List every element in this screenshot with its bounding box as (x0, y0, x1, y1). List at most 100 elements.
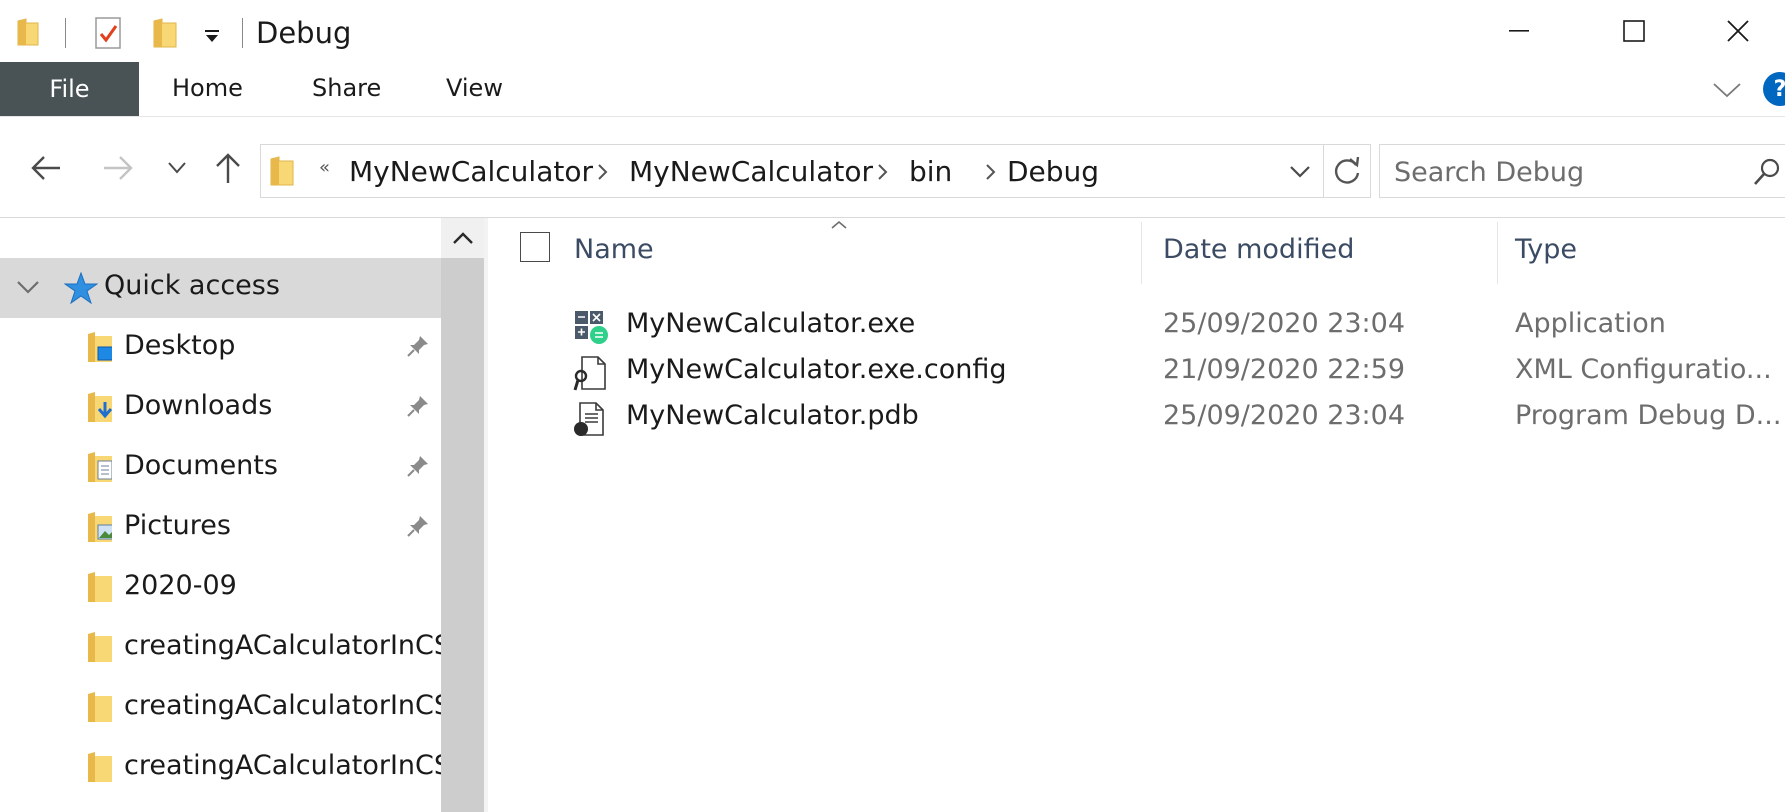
folder-icon (88, 752, 112, 782)
nav-item-documents[interactable]: Documents (0, 438, 441, 498)
file-date: 21/09/2020 22:59 (1163, 354, 1406, 385)
nav-item-label: Downloads (124, 390, 273, 421)
downloads-folder-icon (88, 392, 112, 422)
file-row[interactable]: MyNewCalculator.pdb 25/09/2020 23:04 Pro… (488, 396, 1785, 442)
address-dropdown-icon[interactable] (1289, 165, 1311, 179)
refresh-button[interactable] (1324, 144, 1371, 198)
back-arrow-icon (31, 156, 60, 180)
expand-ribbon-icon[interactable] (1713, 82, 1741, 98)
search-box[interactable] (1379, 144, 1785, 198)
search-icon[interactable] (1752, 157, 1782, 187)
pin-icon[interactable] (406, 514, 430, 538)
window-title: Debug (256, 16, 352, 50)
pin-icon[interactable] (406, 394, 430, 418)
tab-view[interactable]: View (446, 74, 503, 102)
chevron-up-icon (452, 232, 473, 244)
nav-item-pictures[interactable]: Pictures (0, 498, 441, 558)
help-icon[interactable]: ? (1763, 72, 1785, 106)
qat-dropdown-icon[interactable] (204, 30, 220, 44)
nav-item-folder[interactable]: creatingACalculatorInCS (0, 738, 441, 798)
expand-chevron-icon[interactable] (16, 280, 40, 296)
file-row[interactable]: MyNewCalculator.exe.config 21/09/2020 22… (488, 350, 1785, 396)
file-row[interactable]: MyNewCalculator.exe 25/09/2020 23:04 App… (488, 304, 1785, 350)
nav-item-downloads[interactable]: Downloads (0, 378, 441, 438)
close-button[interactable] (1691, 0, 1785, 62)
search-input[interactable] (1392, 153, 1756, 191)
breadcrumb-item[interactable]: bin (909, 155, 952, 188)
maximize-button[interactable] (1576, 0, 1691, 62)
back-button[interactable] (28, 150, 64, 186)
minimize-button[interactable] (1461, 0, 1576, 62)
folder-icon (88, 572, 112, 602)
column-divider[interactable] (1497, 222, 1498, 284)
ribbon-tabs: File Home Share View ? (0, 62, 1785, 117)
star-icon (64, 272, 98, 304)
qat-separator (65, 18, 66, 48)
documents-folder-icon (88, 452, 112, 482)
breadcrumb-item[interactable]: MyNewCalculator (349, 155, 593, 188)
minimize-icon (1508, 30, 1529, 32)
address-folder-icon (270, 156, 294, 186)
file-type: Program Debug D... (1515, 400, 1782, 431)
breadcrumb-chevron-icon[interactable] (985, 163, 997, 181)
tab-home[interactable]: Home (172, 74, 243, 102)
chevron-down-icon (168, 162, 186, 174)
desktop-folder-icon (88, 332, 112, 362)
file-name: MyNewCalculator.pdb (626, 400, 919, 431)
file-name: MyNewCalculator.exe.config (626, 354, 1007, 385)
nav-quick-access[interactable]: Quick access (0, 258, 441, 318)
properties-icon[interactable] (94, 16, 124, 50)
folder-icon (88, 692, 112, 722)
tab-file[interactable]: File (0, 62, 139, 116)
nav-item-folder[interactable]: creatingACalculatorInCS (0, 618, 441, 678)
nav-item-desktop[interactable]: Desktop (0, 318, 441, 378)
select-all-checkbox[interactable] (520, 232, 550, 262)
breadcrumb-chevron-icon[interactable] (877, 163, 889, 181)
title-bar: Debug (0, 0, 1785, 62)
file-date: 25/09/2020 23:04 (1163, 400, 1406, 431)
nav-item-label: creatingACalculatorInCS (124, 690, 441, 721)
sort-ascending-icon (831, 220, 847, 229)
qat-separator (242, 18, 243, 48)
nav-item-2020-09[interactable]: 2020-09 (0, 558, 441, 618)
close-icon (1727, 20, 1749, 42)
file-list: Name Date modified Type MyNewCalculator.… (488, 218, 1785, 812)
config-file-icon (573, 356, 606, 391)
nav-item-label: 2020-09 (124, 570, 237, 601)
up-arrow-icon (216, 153, 240, 183)
nav-pane-scrollbar[interactable] (441, 218, 484, 812)
file-type: Application (1515, 308, 1666, 339)
file-name: MyNewCalculator.exe (626, 308, 916, 339)
nav-item-label: Desktop (124, 330, 236, 361)
recent-locations-button[interactable] (164, 150, 190, 186)
breadcrumb-chevron-icon[interactable] (597, 163, 609, 181)
column-header-type[interactable]: Type (1515, 234, 1577, 265)
tab-share[interactable]: Share (312, 74, 381, 102)
calculator-app-icon (575, 311, 608, 344)
column-header-date[interactable]: Date modified (1163, 234, 1354, 265)
column-header-name[interactable]: Name (574, 234, 654, 265)
scroll-up-button[interactable] (441, 218, 484, 258)
up-button[interactable] (212, 150, 244, 186)
forward-button[interactable] (100, 150, 136, 186)
file-date: 25/09/2020 23:04 (1163, 308, 1406, 339)
new-folder-icon[interactable] (152, 17, 178, 49)
nav-item-label: creatingACalculatorInCS (124, 750, 441, 781)
refresh-icon (1334, 156, 1360, 184)
column-divider[interactable] (1141, 222, 1142, 284)
nav-item-folder[interactable]: creatingACalculatorInCS (0, 678, 441, 738)
breadcrumb-overflow[interactable]: « (319, 157, 330, 178)
nav-item-label: Pictures (124, 510, 231, 541)
navigation-bar: « MyNewCalculator MyNewCalculator bin De… (0, 117, 1785, 218)
window-folder-icon (17, 18, 39, 46)
breadcrumb-item[interactable]: Debug (1007, 155, 1099, 188)
nav-item-label: creatingACalculatorInCS (124, 630, 441, 661)
file-type: XML Configuratio... (1515, 354, 1772, 385)
pin-icon[interactable] (406, 454, 430, 478)
pin-icon[interactable] (406, 334, 430, 358)
pdb-file-icon (574, 402, 604, 436)
forward-arrow-icon (104, 156, 133, 180)
breadcrumb-item[interactable]: MyNewCalculator (629, 155, 873, 188)
address-bar[interactable]: « MyNewCalculator MyNewCalculator bin De… (260, 144, 1324, 198)
maximize-icon (1622, 20, 1645, 42)
